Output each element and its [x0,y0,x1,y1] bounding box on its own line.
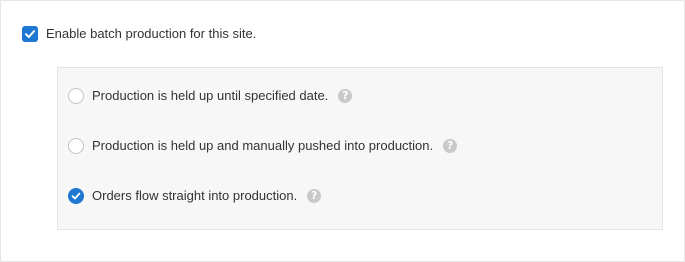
option-manually-pushed[interactable]: Production is held up and manually pushe… [68,138,458,154]
question-circle-icon[interactable]: ? [338,89,353,103]
batch-production-panel: Enable batch production for this site. P… [0,0,685,262]
checkmark-icon [25,30,35,38]
enable-batch-production-checkbox[interactable] [22,26,38,42]
option-flow-straight[interactable]: Orders flow straight into production. ? [68,188,322,204]
checkmark-icon [71,192,81,200]
radio-held-until-date[interactable] [68,88,84,104]
option-held-until-date[interactable]: Production is held up until specified da… [68,88,353,104]
question-circle-icon[interactable]: ? [443,139,458,153]
radio-manually-pushed[interactable] [68,138,84,154]
enable-batch-production-checkbox-row[interactable]: Enable batch production for this site. [22,26,256,42]
production-mode-options: Production is held up until specified da… [57,67,663,230]
enable-batch-production-label: Enable batch production for this site. [46,26,257,41]
question-circle-icon[interactable]: ? [307,189,322,203]
radio-flow-straight[interactable] [68,188,84,204]
option-label-flow-straight: Orders flow straight into production. [92,188,298,203]
option-label-manually-pushed: Production is held up and manually pushe… [92,138,434,153]
option-label-held-until-date: Production is held up until specified da… [92,88,329,103]
